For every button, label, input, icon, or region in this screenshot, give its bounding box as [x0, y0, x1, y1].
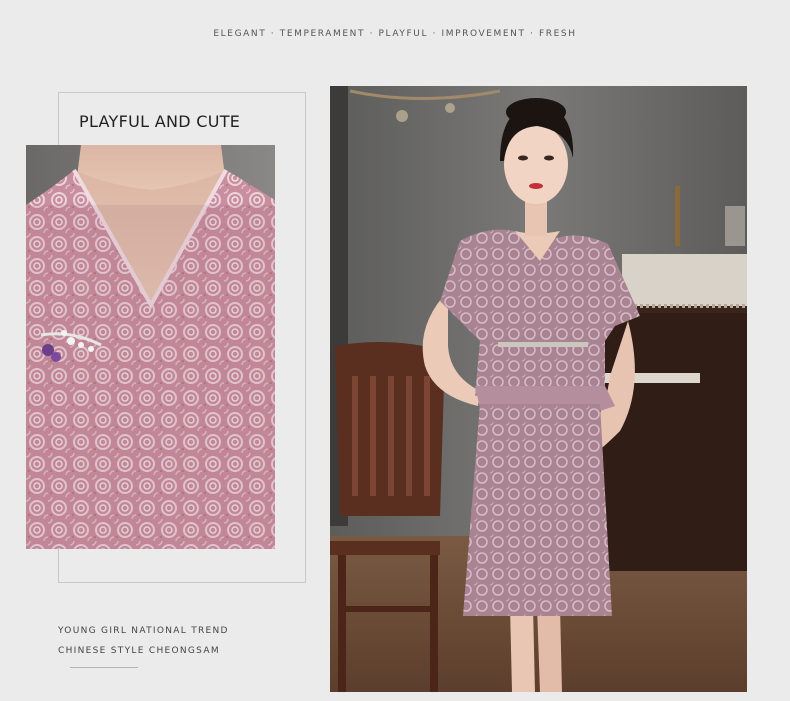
caption-line-2: CHINESE STYLE CHEONGSAM: [58, 646, 220, 656]
caption-line-1: YOUNG GIRL NATIONAL TREND: [58, 626, 229, 636]
lace-neckline-illustration: [26, 145, 275, 549]
model-scene-illustration: [330, 86, 747, 692]
model-photo: [330, 86, 747, 692]
tagline: ELEGANT · TEMPERAMENT · PLAYFUL · IMPROV…: [213, 29, 577, 39]
section-heading: PLAYFUL AND CUTE: [79, 112, 241, 131]
caption-divider: [70, 667, 138, 668]
detail-photo: [26, 145, 275, 549]
